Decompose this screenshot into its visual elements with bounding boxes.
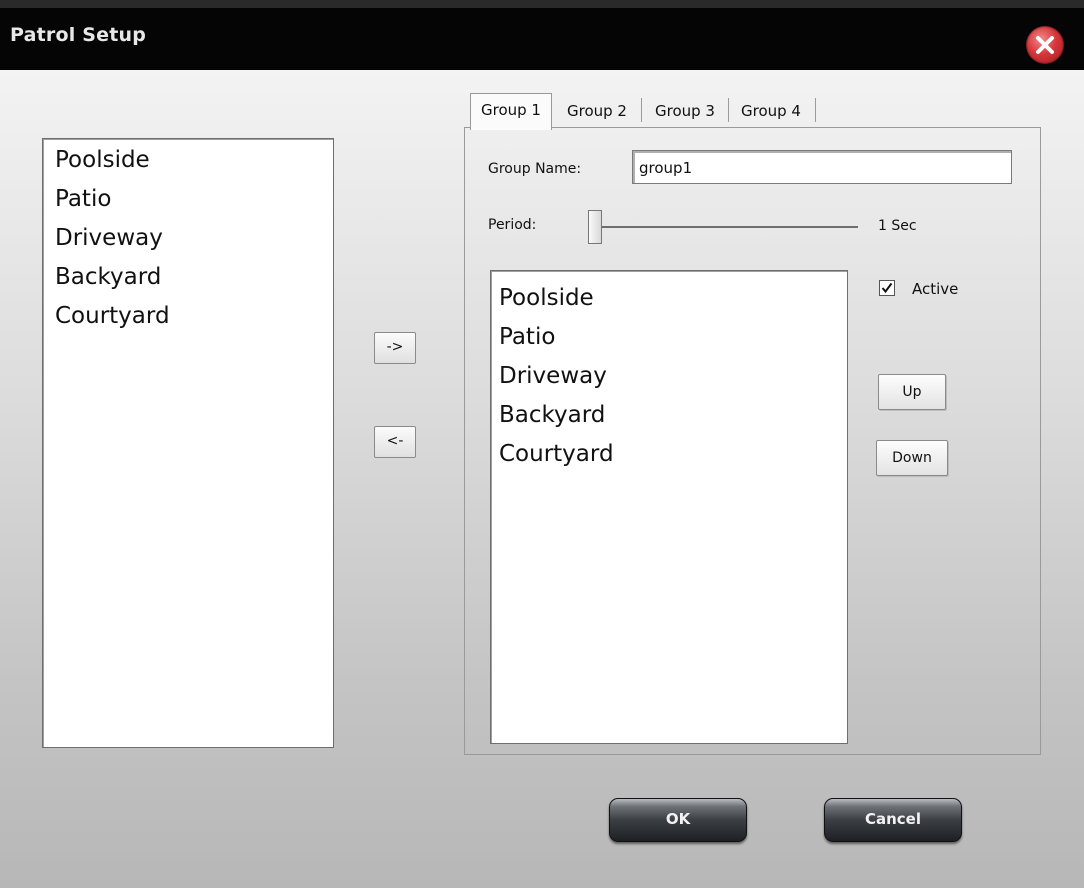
active-label: Active (912, 280, 959, 298)
available-cameras-list[interactable]: Poolside Patio Driveway Backyard Courtya… (42, 138, 334, 748)
list-item[interactable]: Driveway (43, 219, 333, 258)
move-down-button[interactable]: Down (876, 440, 948, 476)
period-slider-track[interactable] (598, 226, 858, 228)
move-up-button[interactable]: Up (878, 374, 946, 410)
remove-from-group-button[interactable]: <- (374, 426, 416, 458)
tab-group-1[interactable]: Group 1 (470, 93, 552, 130)
list-item[interactable]: Poolside (43, 141, 333, 180)
list-item[interactable]: Driveway (491, 357, 847, 396)
tab-separator (641, 98, 642, 122)
tab-separator (815, 98, 816, 122)
list-item[interactable]: Patio (491, 318, 847, 357)
add-to-group-button[interactable]: -> (374, 332, 416, 364)
title-bar: Patrol Setup (0, 0, 1084, 70)
tab-group-3[interactable]: Group 3 (645, 95, 725, 127)
group-cameras-list[interactable]: Poolside Patio Driveway Backyard Courtya… (490, 270, 848, 744)
list-item[interactable]: Backyard (43, 258, 333, 297)
cancel-button[interactable]: Cancel (824, 798, 962, 842)
dialog-body: Poolside Patio Driveway Backyard Courtya… (0, 70, 1084, 888)
patrol-setup-dialog: Patrol Setup Poolside Patio Driveway Bac… (0, 0, 1084, 888)
tab-group-2[interactable]: Group 2 (557, 95, 637, 127)
group-name-label: Group Name: (488, 161, 582, 177)
title-bar-top-strip (0, 0, 1084, 8)
active-checkbox[interactable] (879, 280, 895, 296)
period-label: Period: (488, 217, 537, 233)
list-item[interactable]: Patio (43, 180, 333, 219)
list-item[interactable]: Courtyard (43, 297, 333, 336)
list-item[interactable]: Courtyard (491, 435, 847, 474)
close-icon[interactable] (1026, 26, 1064, 64)
period-slider-thumb[interactable] (588, 210, 602, 244)
group-name-field[interactable]: group1 (632, 150, 1012, 184)
list-item[interactable]: Backyard (491, 396, 847, 435)
list-item[interactable]: Poolside (491, 279, 847, 318)
tab-separator (728, 98, 729, 122)
checkmark-icon (881, 282, 893, 294)
tab-group-4[interactable]: Group 4 (731, 95, 811, 127)
ok-button[interactable]: OK (609, 798, 747, 842)
window-title: Patrol Setup (10, 24, 147, 46)
period-value: 1 Sec (878, 218, 917, 234)
